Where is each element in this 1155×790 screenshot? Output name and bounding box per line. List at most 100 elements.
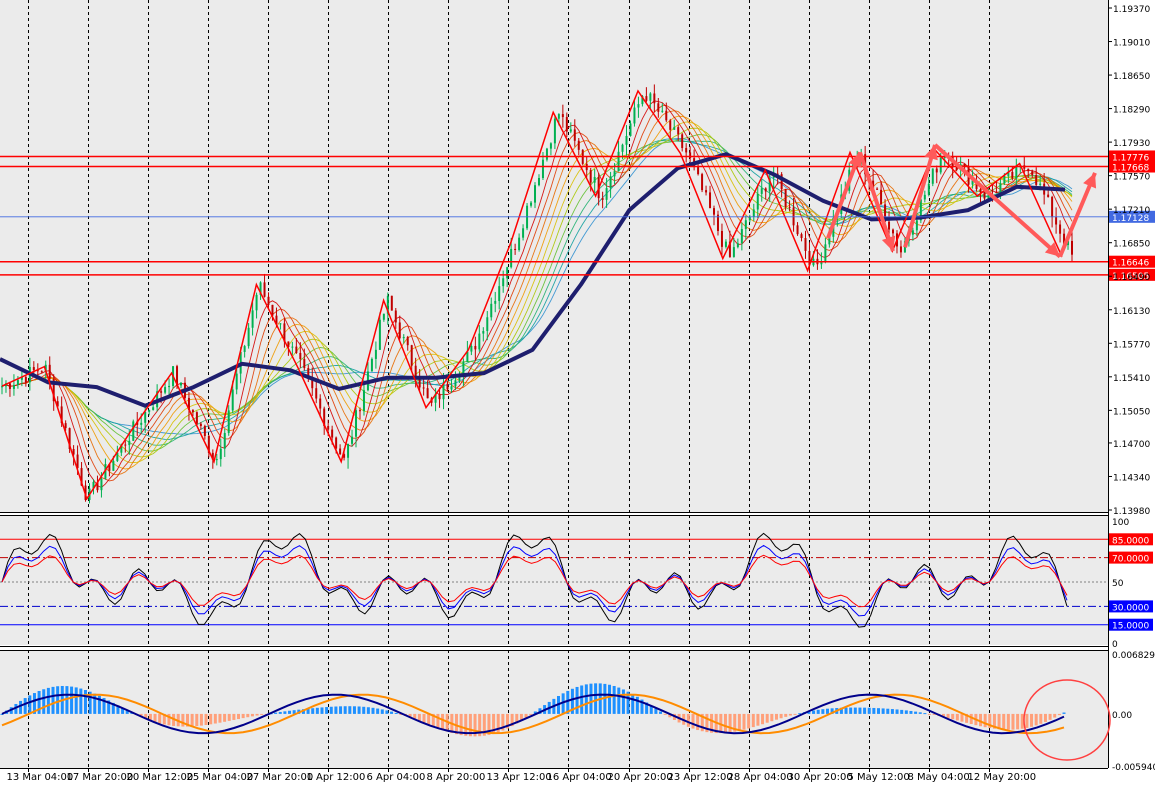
macd-histogram-bar [784, 713, 788, 717]
macd-histogram-bar [594, 683, 598, 714]
candle-body [677, 127, 680, 135]
macd-histogram-bar [1002, 713, 1006, 730]
candle-body [374, 349, 377, 359]
candle-body [247, 327, 250, 347]
candle-body [347, 443, 350, 458]
macd-tick-label: -0.0059406 [1112, 763, 1155, 773]
y-tick-label: 1.18650 [1113, 72, 1150, 82]
candle-body [335, 437, 338, 449]
candle-body [358, 410, 361, 412]
candle-body [1027, 168, 1030, 172]
candle-body [227, 410, 230, 433]
macd-histogram-bar [19, 700, 23, 714]
y-tick-label: 1.19370 [1113, 5, 1150, 15]
macd-histogram-bar [696, 713, 700, 731]
macd-histogram-bar [825, 708, 829, 714]
candle-body [804, 238, 807, 251]
candle-body [784, 189, 787, 207]
macd-histogram-bar [928, 713, 932, 715]
macd-histogram-bar [909, 710, 913, 714]
macd-histogram-bar [983, 713, 987, 728]
candle-body [685, 147, 688, 153]
candle-body [589, 170, 592, 183]
candle-body [593, 176, 596, 183]
y-tick-label: 1.15770 [1113, 340, 1150, 350]
x-label: 13 Mar 04:00 [7, 772, 74, 783]
candle-body [824, 244, 827, 262]
macd-histogram-bar [371, 707, 375, 714]
y-tick-label: 1.14700 [1113, 440, 1150, 450]
candle-body [705, 190, 708, 193]
candle-body [732, 247, 735, 257]
macd-histogram-bar [793, 713, 797, 715]
candle-body [939, 157, 942, 173]
macd-histogram-bar [737, 713, 741, 731]
macd-histogram-bar [390, 711, 394, 714]
candle-body [760, 188, 763, 194]
y-tick-label: 1.17930 [1113, 139, 1150, 149]
candle-body [263, 282, 266, 297]
y-tick-label: 1.15410 [1113, 374, 1150, 384]
macd-histogram-bar [900, 709, 904, 714]
macd-histogram-bar [1025, 713, 1029, 728]
candle-body [506, 267, 509, 279]
macd-histogram-bar [751, 713, 755, 728]
candle-body [720, 230, 723, 247]
candle-body [191, 410, 194, 413]
candle-body [713, 208, 716, 215]
candle-body [764, 188, 767, 192]
candle-body [454, 380, 457, 387]
macd-histogram-bar [876, 708, 880, 714]
stoch-tick-label: 0 [1112, 640, 1118, 650]
macd-histogram-bar [213, 713, 217, 724]
candle-body [573, 129, 576, 141]
candle-body [1047, 194, 1050, 197]
macd-histogram-bar [315, 707, 319, 714]
candle-body [689, 152, 692, 159]
candle-body [923, 194, 926, 200]
candle-body [390, 295, 393, 311]
candle-body [219, 448, 222, 460]
candle-body [402, 336, 405, 339]
x-label: 20 Mar 12:00 [127, 772, 194, 783]
candle-body [1011, 171, 1014, 179]
macd-histogram-bar [339, 706, 343, 714]
macd-histogram-bar [1034, 713, 1038, 726]
candle-body [617, 151, 620, 172]
macd-histogram-bar [890, 709, 894, 714]
macd-histogram-bar [1016, 713, 1020, 730]
candle-body [609, 176, 612, 189]
candle-body [267, 296, 270, 305]
x-label: 8 May 04:00 [908, 772, 970, 783]
candle-body [422, 387, 425, 389]
macd-histogram-bar [352, 706, 356, 714]
candle-body [522, 228, 525, 238]
macd-histogram-bar [376, 708, 380, 714]
candle-body [16, 379, 19, 385]
macd-histogram-bar [631, 694, 635, 714]
candle-body [394, 310, 397, 323]
candle-body [979, 189, 982, 193]
candle-body [601, 198, 604, 200]
candle-body [605, 188, 608, 200]
macd-histogram-bar [589, 683, 593, 714]
candle-body [752, 209, 755, 217]
candle-body [740, 229, 743, 244]
macd-histogram-bar [74, 687, 78, 714]
macd-histogram-bar [747, 713, 751, 729]
candle-body [478, 333, 481, 350]
candle-body [553, 118, 556, 144]
candle-body [502, 278, 505, 287]
candle-body [657, 103, 660, 112]
candle-body [486, 317, 489, 332]
x-label: 16 Apr 04:00 [547, 772, 612, 783]
x-label: 6 Apr 04:00 [367, 772, 426, 783]
macd-histogram-bar [858, 707, 862, 714]
macd-histogram-bar [723, 713, 727, 733]
macd-histogram-bar [1006, 713, 1010, 730]
candle-body [1055, 217, 1058, 225]
macd-histogram-bar [237, 713, 241, 720]
candle-body [724, 241, 727, 247]
macd-histogram-bar [46, 687, 50, 714]
stoch-level-label: 50 [1112, 579, 1124, 589]
